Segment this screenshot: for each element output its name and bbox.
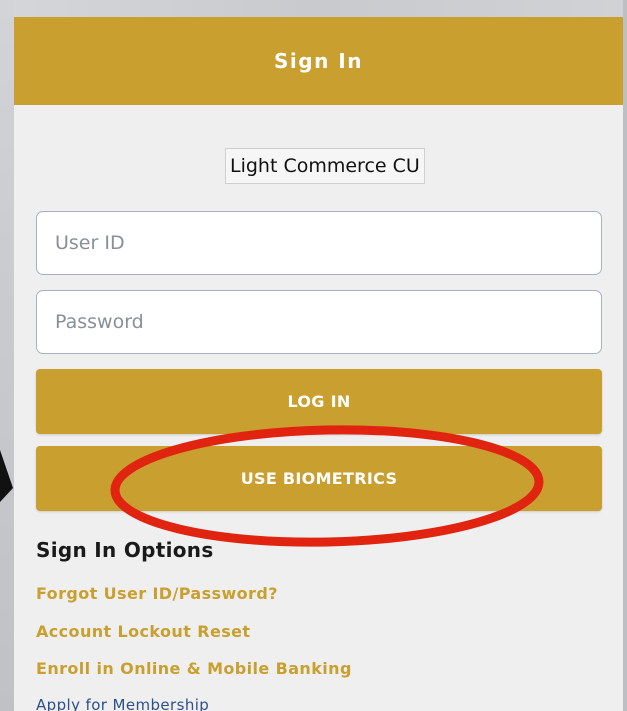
- page-title: Sign In: [274, 49, 363, 73]
- password-field[interactable]: [36, 290, 602, 354]
- enroll-online-banking-link[interactable]: Enroll in Online & Mobile Banking: [36, 659, 352, 678]
- background-top-strip: [0, 0, 627, 17]
- app-screen: Sign In Light Commerce CU LOG IN USE BIO…: [14, 17, 623, 711]
- use-biometrics-button[interactable]: USE BIOMETRICS: [36, 446, 602, 511]
- background-left-strip: [0, 0, 14, 711]
- account-lockout-reset-link[interactable]: Account Lockout Reset: [36, 622, 250, 641]
- forgot-credentials-link[interactable]: Forgot User ID/Password?: [36, 584, 278, 603]
- user-id-field[interactable]: [36, 211, 602, 275]
- institution-name: Light Commerce CU: [225, 148, 425, 184]
- header-bar: Sign In: [14, 17, 623, 105]
- sign-in-options-heading: Sign In Options: [36, 538, 214, 562]
- background-right-strip: [623, 0, 627, 711]
- apply-for-membership-link[interactable]: Apply for Membership: [36, 696, 209, 711]
- login-button[interactable]: LOG IN: [36, 369, 602, 434]
